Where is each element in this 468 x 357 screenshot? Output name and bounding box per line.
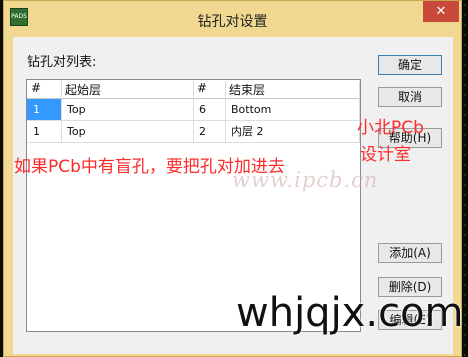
add-button[interactable]: 添加(A)	[378, 243, 442, 263]
cell-end-index: 2	[193, 121, 226, 142]
ok-button[interactable]: 确定	[378, 55, 442, 75]
close-button[interactable]: ✕	[423, 1, 459, 22]
title-bar: PADS 钻孔对设置 ✕	[4, 1, 461, 37]
cell-end-layer: Bottom	[225, 99, 360, 120]
table-header: # 起始层 # 结束层	[27, 80, 360, 99]
column-header-start-index[interactable]: #	[27, 81, 62, 97]
cell-end-index: 6	[193, 99, 226, 120]
domain-watermark: whjqjx.com	[236, 290, 464, 336]
column-header-end-index[interactable]: #	[193, 81, 226, 97]
table-row[interactable]: 1 Top 6 Bottom	[27, 99, 360, 121]
cell-start-index: 1	[27, 121, 62, 142]
cancel-button[interactable]: 取消	[378, 87, 442, 107]
cell-start-layer: Top	[61, 99, 194, 120]
drill-pair-list-label: 钻孔对列表:	[27, 55, 97, 70]
cell-start-layer: Top	[61, 121, 194, 142]
cell-end-layer: 内层 2	[225, 121, 360, 142]
annotation-studio-line1: 小北PCb	[357, 118, 424, 138]
annotation-studio-line2: 设计室	[360, 145, 411, 165]
table-row[interactable]: 1 Top 2 内层 2	[27, 121, 360, 143]
column-header-end-layer[interactable]: 结束层	[225, 81, 360, 97]
annotation-blind-via: 如果PCb中有盲孔，要把孔对加进去	[14, 157, 285, 177]
dialog-title: 钻孔对设置	[197, 14, 268, 30]
column-header-start-layer[interactable]: 起始层	[61, 81, 194, 97]
cell-start-index: 1	[27, 99, 62, 120]
